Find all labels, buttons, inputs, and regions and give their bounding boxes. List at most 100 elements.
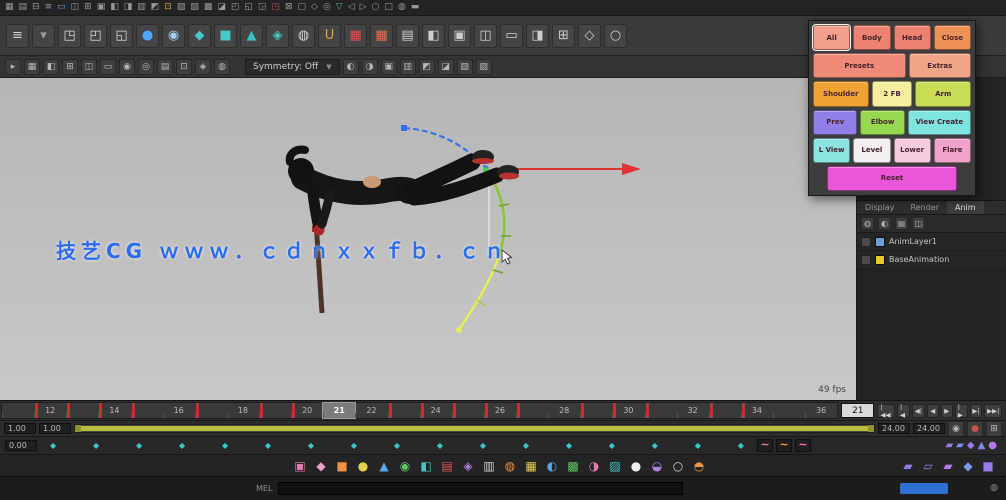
tool-icon-right[interactable]: ◆ <box>960 458 976 474</box>
tool-icon[interactable]: ◐ <box>544 458 560 474</box>
layer-tab-anim[interactable]: Anim <box>947 201 984 214</box>
layer-toolbar-icon[interactable]: ◐ <box>878 217 891 230</box>
menubar-icon[interactable]: ▦ <box>5 3 14 12</box>
timeline-frame-20[interactable]: 20 <box>291 403 323 418</box>
timeline-track[interactable]: 1214161820212224262830323436 <box>1 402 838 419</box>
layer-tab-display[interactable]: Display <box>857 201 903 214</box>
anim-mini-icon[interactable]: ▲ <box>978 440 986 451</box>
menubar-icon[interactable]: ◳ <box>271 3 280 12</box>
tool-icon[interactable]: ▥ <box>481 458 497 474</box>
menubar-icon[interactable]: ◪ <box>217 3 226 12</box>
anim-end-field[interactable]: 24.00 <box>913 423 945 434</box>
range-slider-bar[interactable] <box>76 426 873 431</box>
timeline-frame-16[interactable]: 16 <box>163 403 195 418</box>
playback-end-field[interactable]: 24.00 <box>878 423 910 434</box>
anim-mini-icon[interactable]: ▰ <box>956 440 964 451</box>
statusline-icon[interactable]: ◍ <box>214 59 230 75</box>
shelf-icon[interactable]: ◨ <box>526 24 549 48</box>
menubar-icon[interactable]: ⊠ <box>285 3 293 12</box>
statusline-icon[interactable]: ▥ <box>400 59 416 75</box>
timeline-frame-28[interactable]: 28 <box>548 403 580 418</box>
timeline-frame-30[interactable]: 30 <box>612 403 644 418</box>
tool-icon[interactable]: ◑ <box>586 458 602 474</box>
statusline-icon[interactable]: ◐ <box>343 59 359 75</box>
layer-tab-render[interactable]: Render <box>903 201 947 214</box>
auto-key-icon[interactable]: ● <box>967 421 983 437</box>
current-time-field[interactable]: 21 <box>841 403 874 418</box>
picker-btn-view-create[interactable]: View Create <box>908 110 971 135</box>
tool-icon[interactable]: ● <box>628 458 644 474</box>
timeline-frame-15[interactable] <box>131 403 163 418</box>
layer-row[interactable]: AnimLayer1 <box>857 233 1006 251</box>
picker-btn-presets[interactable]: Presets <box>813 53 906 78</box>
tangent-curve-icon[interactable]: ~ <box>795 439 811 452</box>
timeline-frame-23[interactable] <box>388 403 420 418</box>
tool-icon[interactable]: ○ <box>670 458 686 474</box>
shelf-icon[interactable]: ◱ <box>110 24 133 48</box>
timeline-frame-12[interactable]: 12 <box>34 403 66 418</box>
menubar-icon[interactable]: ◫ <box>71 3 80 12</box>
shelf-icon[interactable]: ▾ <box>32 24 55 48</box>
anim-mini-icon[interactable]: ◆ <box>967 440 975 451</box>
shelf-icon[interactable]: ◧ <box>422 24 445 48</box>
anim-mini-icon[interactable]: ▰ <box>945 440 953 451</box>
shelf-icon[interactable]: ● <box>136 24 159 48</box>
picker-btn-2-fb[interactable]: 2 FB <box>872 81 913 106</box>
layer-color-swatch[interactable] <box>875 237 885 247</box>
statusline-icon[interactable]: ▭ <box>100 59 116 75</box>
menubar-icon[interactable]: ≡ <box>45 3 53 12</box>
timeline-frame-26[interactable]: 26 <box>484 403 516 418</box>
command-line-input[interactable] <box>278 482 683 495</box>
key-diamond-icon[interactable]: ◆ <box>136 441 142 450</box>
timeline-frame-11[interactable] <box>2 403 34 418</box>
menubar-icon[interactable]: ▬ <box>411 3 420 12</box>
shelf-icon[interactable]: ◳ <box>58 24 81 48</box>
menubar-icon[interactable]: ◎ <box>323 3 331 12</box>
shelf-icon[interactable]: ◰ <box>84 24 107 48</box>
shelf-icon[interactable]: ◆ <box>188 24 211 48</box>
statusline-icon[interactable]: ▦ <box>24 59 40 75</box>
tool-icon[interactable]: ◒ <box>649 458 665 474</box>
shelf-icon[interactable]: ◍ <box>292 24 315 48</box>
statusline-icon[interactable]: ◩ <box>419 59 435 75</box>
key-diamond-icon[interactable]: ◆ <box>695 441 701 450</box>
menubar-icon[interactable]: ○ <box>372 3 380 12</box>
prev-key-button[interactable]: |◀ <box>897 404 910 418</box>
timeline-frame-18[interactable]: 18 <box>227 403 259 418</box>
picker-btn-arm[interactable]: Arm <box>915 81 971 106</box>
menubar-icon[interactable]: ◱ <box>244 3 253 12</box>
tool-icon[interactable]: ▦ <box>523 458 539 474</box>
key-diamond-icon[interactable]: ◆ <box>523 441 529 450</box>
layer-toolbar-icon[interactable]: ◍ <box>861 217 874 230</box>
key-diamond-icon[interactable]: ◆ <box>738 441 744 450</box>
key-diamond-icon[interactable]: ◆ <box>351 441 357 450</box>
picker-btn-shoulder[interactable]: Shoulder <box>813 81 869 106</box>
picker-btn-close[interactable]: Close <box>934 25 971 50</box>
menubar-icon[interactable]: ⊟ <box>32 3 40 12</box>
timeline-frame-25[interactable] <box>452 403 484 418</box>
shelf-icon[interactable]: ▤ <box>396 24 419 48</box>
layer-toolbar-icon[interactable]: ◫ <box>912 217 925 230</box>
go-to-end-button[interactable]: ▶▶| <box>984 404 1002 418</box>
timeline-frame-13[interactable] <box>66 403 98 418</box>
shelf-icon[interactable]: ○ <box>604 24 627 48</box>
key-diamond-icon[interactable]: ◆ <box>566 441 572 450</box>
shelf-icon[interactable]: ▣ <box>448 24 471 48</box>
range-slider[interactable] <box>74 424 875 433</box>
viewport[interactable]: 技艺CG ｗｗｗ．ｃｄｎｘｘｆｂ．ｃｎ 49 fps <box>0 78 857 400</box>
timeline-frame-33[interactable] <box>709 403 741 418</box>
tool-icon[interactable]: ◧ <box>418 458 434 474</box>
picker-btn-elbow[interactable]: Elbow <box>860 110 904 135</box>
layer-toolbar-icon[interactable]: ▤ <box>895 217 908 230</box>
key-diamond-icon[interactable]: ◆ <box>437 441 443 450</box>
tangent-curve-icon[interactable]: ~ <box>757 439 773 452</box>
picker-btn-body[interactable]: Body <box>853 25 890 50</box>
picker-btn-lower[interactable]: Lower <box>894 138 931 163</box>
play-forwards-button[interactable]: ▶ <box>941 404 953 418</box>
menubar-icon[interactable]: ▽ <box>336 3 343 12</box>
anim-mini-icon[interactable]: ● <box>988 440 997 451</box>
statusline-icon[interactable]: ⊞ <box>62 59 78 75</box>
shelf-icon[interactable]: ▦ <box>370 24 393 48</box>
next-key-button[interactable]: ▶| <box>970 404 983 418</box>
tool-icon-right[interactable]: ▰ <box>940 458 956 474</box>
